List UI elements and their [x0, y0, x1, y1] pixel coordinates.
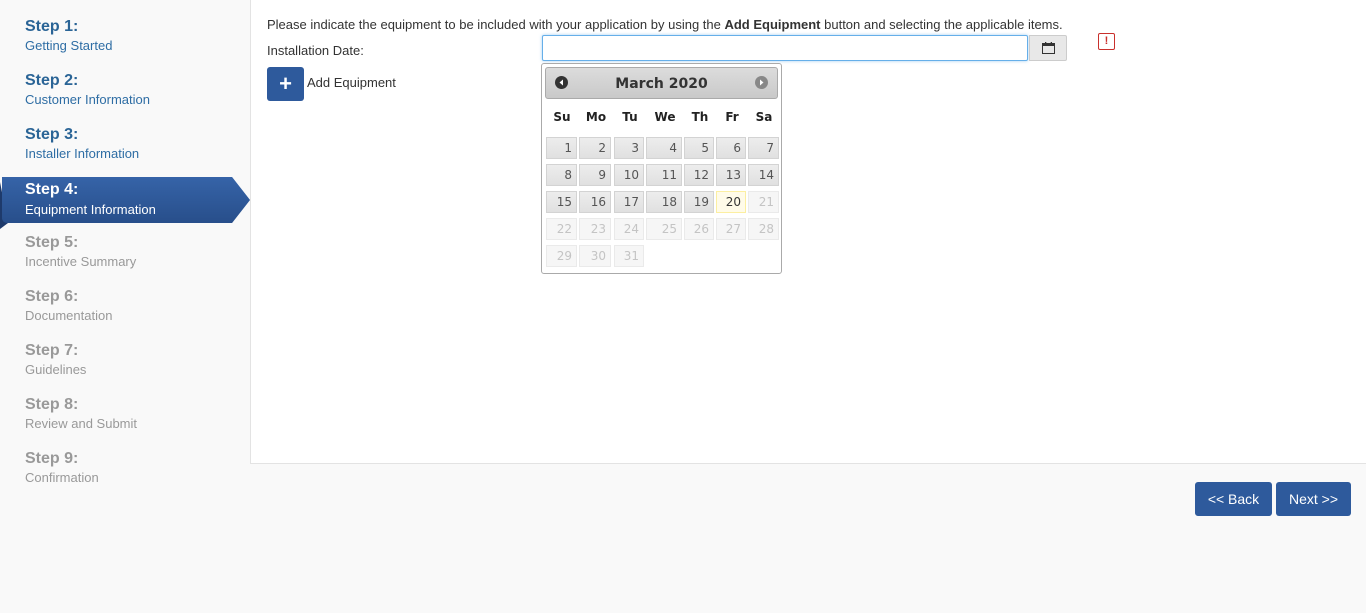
datepicker: March 2020 Su Mo Tu We Th Fr Sa 12345678… — [541, 63, 782, 274]
day-cell[interactable]: 9 — [579, 164, 611, 186]
installation-date-label: Installation Date: — [267, 43, 364, 58]
step-name: Equipment Information — [25, 202, 156, 217]
instructions-text: Please indicate the equipment to be incl… — [267, 17, 1063, 32]
add-equipment-button[interactable]: + — [267, 67, 304, 101]
step-number: Step 4: — [25, 181, 79, 198]
day-cell[interactable]: 17 — [614, 191, 644, 213]
step-4-active: Step 4: Equipment Information — [0, 177, 250, 229]
day-cell[interactable]: 5 — [684, 137, 714, 159]
datepicker-month-title: March 2020 — [615, 76, 708, 92]
step-number: Step 9: — [25, 450, 79, 467]
step-number: Step 6: — [25, 288, 79, 305]
step-7: Step 7: Guidelines — [25, 341, 245, 379]
day-cell[interactable]: 16 — [579, 191, 611, 213]
day-cell[interactable]: 4 — [646, 137, 682, 159]
day-cell[interactable]: 1 — [546, 137, 577, 159]
day-cell[interactable]: 6 — [716, 137, 746, 159]
day-cell: 23 — [579, 218, 611, 240]
day-cell: 29 — [546, 245, 577, 267]
datepicker-header: March 2020 — [545, 67, 778, 99]
day-cell[interactable]: 15 — [546, 191, 577, 213]
step-2[interactable]: Step 2: Customer Information — [25, 71, 245, 109]
weekday-header: Su — [553, 110, 571, 124]
day-cell[interactable]: 2 — [579, 137, 611, 159]
day-cell[interactable]: 13 — [716, 164, 746, 186]
day-cell: 31 — [614, 245, 644, 267]
step-number: Step 2: — [25, 72, 79, 89]
day-cell[interactable]: 12 — [684, 164, 714, 186]
day-cell: 27 — [716, 218, 746, 240]
day-cell: 26 — [684, 218, 714, 240]
step-name: Confirmation — [25, 470, 99, 485]
day-cell[interactable]: 18 — [646, 191, 682, 213]
day-cell[interactable]: 3 — [614, 137, 644, 159]
day-cell-today[interactable]: 20 — [716, 191, 746, 213]
next-button[interactable]: Next >> — [1276, 482, 1351, 516]
add-equipment-label: Add Equipment — [307, 75, 396, 90]
weekday-header: Tu — [622, 110, 638, 124]
step-number: Step 5: — [25, 234, 79, 251]
day-cell[interactable]: 19 — [684, 191, 714, 213]
back-button[interactable]: << Back — [1195, 482, 1272, 516]
day-cell[interactable]: 7 — [748, 137, 779, 159]
weekday-header: Th — [691, 110, 709, 124]
weekday-header: Mo — [585, 110, 607, 124]
step-5: Step 5: Incentive Summary — [25, 233, 245, 271]
instructions-bold: Add Equipment — [724, 17, 821, 32]
step-name: Review and Submit — [25, 416, 137, 431]
installation-date-input[interactable] — [542, 35, 1028, 61]
chevron-right-icon — [760, 79, 764, 86]
step-number: Step 1: — [25, 18, 79, 35]
step-8: Step 8: Review and Submit — [25, 395, 245, 433]
step-3[interactable]: Step 3: Installer Information — [25, 125, 245, 163]
step-9: Step 9: Confirmation — [25, 449, 245, 487]
step-name: Guidelines — [25, 362, 87, 377]
error-icon: ! — [1098, 33, 1115, 50]
day-cell[interactable]: 10 — [614, 164, 644, 186]
step-name: Incentive Summary — [25, 254, 137, 269]
day-cell[interactable]: 14 — [748, 164, 779, 186]
equipment-panel: Please indicate the equipment to be incl… — [250, 0, 1366, 464]
calendar-icon — [1041, 42, 1055, 54]
calendar-button[interactable] — [1029, 35, 1067, 61]
day-cell: 25 — [646, 218, 682, 240]
step-sidebar: Step 1: Getting Started Step 2: Customer… — [0, 0, 250, 613]
weekday-header: Fr — [725, 110, 739, 124]
weekday-header: We — [654, 110, 676, 124]
day-cell: 24 — [614, 218, 644, 240]
day-cell: 30 — [579, 245, 611, 267]
weekday-header: Sa — [755, 110, 773, 124]
step-number: Step 7: — [25, 342, 79, 359]
step-number: Step 8: — [25, 396, 79, 413]
step-number: Step 3: — [25, 126, 79, 143]
step-1[interactable]: Step 1: Getting Started — [25, 17, 245, 55]
step-name: Installer Information — [25, 146, 140, 161]
day-cell: 22 — [546, 218, 577, 240]
step-6: Step 6: Documentation — [25, 287, 245, 325]
next-month-button[interactable] — [755, 76, 768, 89]
day-cell[interactable]: 8 — [546, 164, 577, 186]
day-cell: 21 — [748, 191, 779, 213]
step-name: Getting Started — [25, 38, 113, 53]
weekday-row: Su Mo Tu We Th Fr Sa — [545, 110, 782, 124]
step-name: Customer Information — [25, 92, 150, 107]
step-name: Documentation — [25, 308, 113, 323]
day-cell[interactable]: 11 — [646, 164, 682, 186]
day-cell: 28 — [748, 218, 779, 240]
